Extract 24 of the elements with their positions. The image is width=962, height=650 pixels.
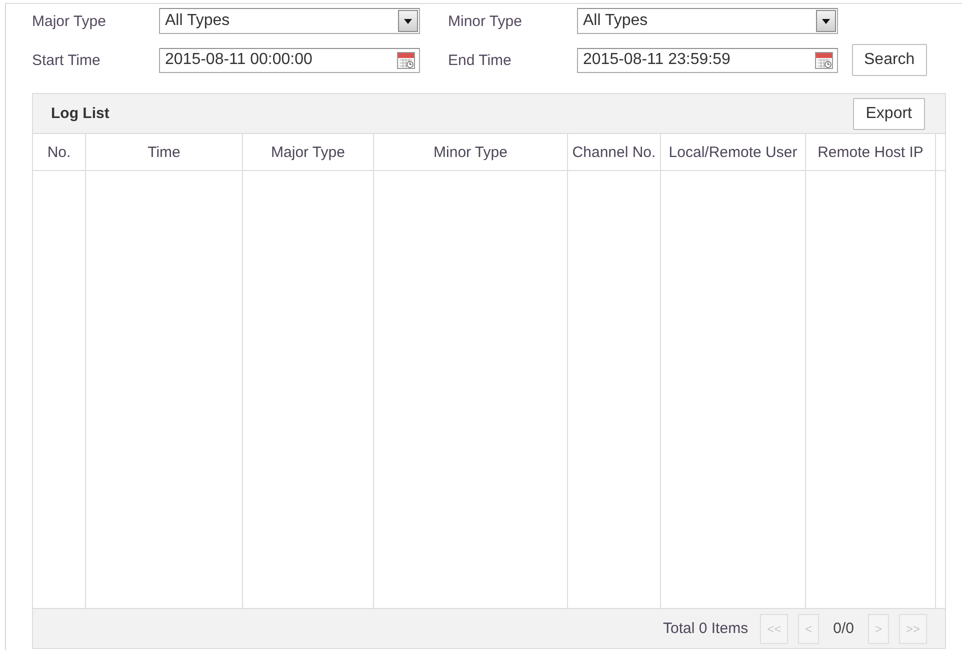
column-header: Remote Host IP [806, 134, 936, 170]
column-header: Local/Remote User [661, 134, 806, 170]
search-button[interactable]: Search [852, 44, 927, 76]
date-field[interactable]: 2015-08-11 00:00:00 [159, 48, 420, 72]
dropdown[interactable]: All Types [577, 8, 838, 34]
column-header: Major Type [243, 134, 374, 170]
column-header: No. [33, 134, 86, 170]
caret-icon[interactable] [816, 10, 836, 32]
calendar-icon[interactable] [397, 51, 415, 69]
date-field[interactable]: 2015-08-11 23:59:59 [577, 48, 838, 72]
calendar-icon[interactable] [815, 51, 833, 69]
column-header: Minor Type [374, 134, 568, 170]
field-label: Start Time [32, 52, 102, 68]
field-label: Minor Type [448, 12, 523, 30]
log-list-title: Log List [51, 105, 110, 122]
field-label: End Time [448, 52, 512, 68]
export-button[interactable]: Export [852, 98, 925, 130]
field-label: Major Type [32, 12, 107, 30]
item-count: Total 0 Items [663, 620, 748, 637]
page-indicator: 0/0 [832, 620, 855, 637]
dropdown[interactable]: All Types [159, 8, 420, 34]
caret-icon[interactable] [398, 10, 418, 32]
column-header: Channel No. [568, 134, 661, 170]
column-header: Time [86, 134, 243, 170]
